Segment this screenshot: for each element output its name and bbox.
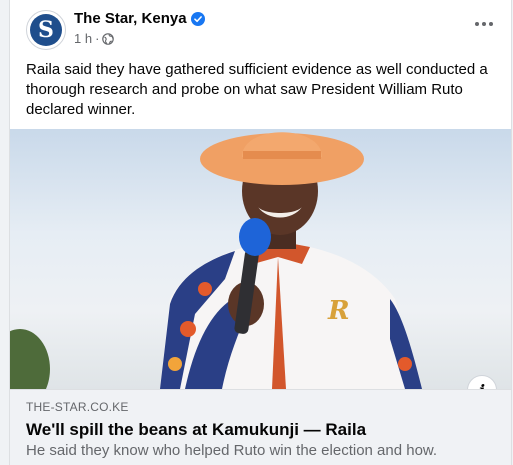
page-avatar[interactable]: S	[26, 10, 66, 50]
more-dot	[489, 22, 493, 26]
more-dot	[475, 22, 479, 26]
page-name[interactable]: The Star, Kenya	[74, 10, 187, 27]
link-description: He said they know who helped Ruto win th…	[26, 442, 438, 459]
globe-icon	[102, 32, 115, 45]
meta-separator: ·	[95, 31, 100, 46]
pattern-dot	[168, 357, 182, 371]
post-meta: 1 h ·	[74, 31, 115, 46]
link-title[interactable]: We'll spill the beans at Kamukunji — Rai…	[26, 420, 366, 440]
pattern-dot	[180, 321, 196, 337]
foliage-left	[10, 329, 50, 389]
page-name-row: The Star, Kenya	[74, 10, 205, 27]
hat-band	[243, 151, 321, 159]
pattern-dot	[198, 282, 212, 296]
post-text: Raila said they have gathered sufficient…	[26, 61, 488, 118]
post-photo[interactable]: R	[10, 129, 511, 389]
avatar-logo: S	[30, 14, 62, 46]
post-card: S The Star, Kenya 1 h · Raila said they …	[9, 0, 512, 465]
post-header: S The Star, Kenya 1 h ·	[10, 0, 511, 56]
pattern-dot	[398, 357, 412, 371]
shirt-emblem: R	[327, 296, 350, 326]
more-dot	[482, 22, 486, 26]
photo-illustration: R	[10, 132, 422, 389]
more-options-icon[interactable]	[471, 14, 497, 34]
link-preview[interactable]: THE-STAR.CO.KE We'll spill the beans at …	[10, 389, 511, 465]
microphone-head	[239, 218, 271, 256]
post-time[interactable]: 1 h	[74, 31, 92, 46]
verified-badge-icon	[190, 11, 205, 26]
link-domain: THE-STAR.CO.KE	[26, 400, 129, 414]
